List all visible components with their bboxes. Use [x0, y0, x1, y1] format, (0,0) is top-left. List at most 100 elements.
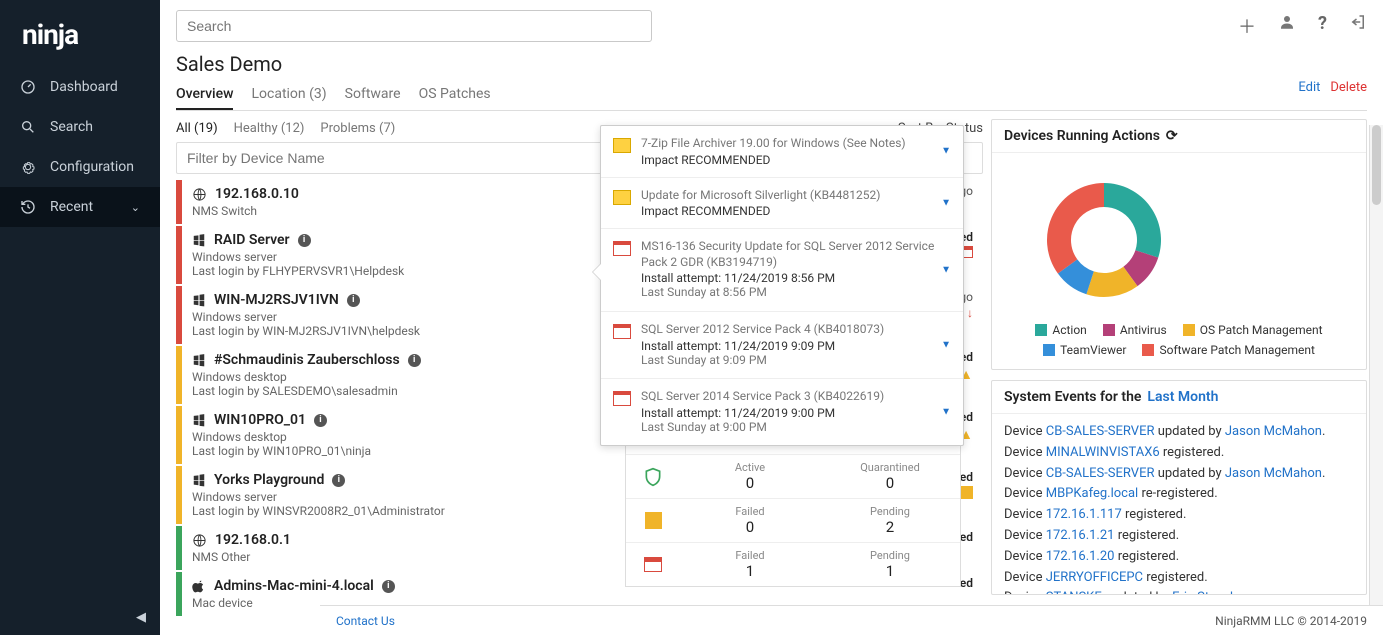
event-device-link[interactable]: MINALWINVISTAX6 [1046, 445, 1160, 460]
tab-location-3-[interactable]: Location (3) [251, 80, 326, 110]
legend-label: Action [1052, 323, 1086, 337]
filter-healthy[interactable]: Healthy (12) [234, 121, 305, 136]
patch-line2: Install attempt: 11/24/2019 9:00 PM [641, 406, 951, 420]
event-device-link[interactable]: MBPKafeg.local [1046, 486, 1138, 501]
metric-label: Failed [680, 505, 820, 518]
device-name: 192.168.0.1 [215, 532, 291, 548]
event-user-link[interactable]: Jason McMahon [1225, 424, 1322, 439]
brand-logo: ninja [0, 0, 160, 67]
sidebar: ninja Dashboard Search Configuration Recent… [0, 0, 160, 635]
plus-icon[interactable]: ＋ [1238, 13, 1256, 39]
chevron-down-icon[interactable]: ▼ [941, 265, 951, 276]
info-icon[interactable]: i [408, 354, 421, 367]
filter-all[interactable]: All (19) [176, 121, 218, 136]
metric-value: 0 [680, 518, 820, 536]
event-row: Device 172.16.1.20 registered. [1004, 547, 1354, 568]
patch-line2: Install attempt: 11/24/2019 9:09 PM [641, 339, 951, 353]
patch-status-icon [613, 324, 631, 339]
nav-label: Configuration [50, 159, 134, 175]
patch-item[interactable]: SQL Server 2014 Service Pack 3 (KB402261… [601, 379, 963, 445]
row-icon [626, 455, 680, 498]
sidebar-item-configuration[interactable]: Configuration [0, 147, 160, 187]
contact-link[interactable]: Contact Us [336, 614, 395, 628]
sidebar-item-search[interactable]: Search [0, 107, 160, 147]
footer: Contact Us NinjaRMM LLC © 2014-2019 [320, 605, 1383, 635]
sidebar-item-recent[interactable]: Recent⌄ [0, 187, 160, 227]
event-row: Device CB-SALES-SERVER updated by Jason … [1004, 422, 1354, 443]
patch-status-icon [613, 190, 631, 205]
info-icon[interactable]: i [382, 580, 395, 593]
delete-link[interactable]: Delete [1330, 80, 1367, 110]
gear-icon [20, 159, 36, 175]
legend-item[interactable]: TeamViewer [1043, 343, 1126, 357]
legend-item[interactable]: OS Patch Management [1183, 323, 1323, 337]
device-type-icon [192, 187, 207, 202]
metric-value: 0 [820, 474, 960, 492]
event-device-link[interactable]: CB-SALES-SERVER [1046, 466, 1155, 481]
patch-title: MS16-136 Security Update for SQL Server … [641, 239, 951, 270]
legend-item[interactable]: Action [1035, 323, 1086, 337]
legend-swatch [1142, 344, 1154, 356]
event-device-link[interactable]: 172.16.1.21 [1046, 528, 1115, 543]
event-user-link[interactable]: Jason McMahon [1225, 466, 1322, 481]
metric-label: Active [680, 461, 820, 474]
event-device-link[interactable]: CB-SALES-SERVER [1046, 424, 1155, 439]
event-device-link[interactable]: 172.16.1.117 [1046, 507, 1122, 522]
event-device-link[interactable]: JERRYOFFICEPC [1046, 570, 1143, 585]
event-user-link[interactable]: Eric Stanske [1172, 590, 1243, 594]
scrollbar[interactable] [1369, 125, 1383, 605]
metric-label: Quarantined [820, 461, 960, 474]
patch-title: Update for Microsoft Silverlight (KB4481… [641, 188, 951, 204]
user-icon[interactable] [1278, 13, 1296, 39]
patch-title: SQL Server 2014 Service Pack 3 (KB402261… [641, 389, 951, 405]
tab-os-patches[interactable]: OS Patches [419, 80, 491, 110]
legend-label: OS Patch Management [1200, 323, 1323, 337]
event-device-link[interactable]: STANSKE [1046, 590, 1102, 594]
event-device-link[interactable]: 172.16.1.20 [1046, 549, 1115, 564]
patch-popup: 7-Zip File Archiver 19.00 for Windows (S… [600, 125, 964, 446]
event-row: Device CB-SALES-SERVER updated by Jason … [1004, 464, 1354, 485]
chevron-down-icon[interactable]: ▼ [941, 407, 951, 418]
sidebar-collapse[interactable]: ◀ [0, 600, 160, 635]
chevron-down-icon[interactable]: ▼ [941, 340, 951, 351]
nav-label: Search [50, 119, 93, 135]
chevron-down-icon[interactable]: ▼ [941, 146, 951, 157]
metric-label: Failed [680, 549, 820, 562]
chevron-down-icon[interactable]: ▼ [941, 197, 951, 208]
row-icon [626, 499, 680, 542]
patch-item[interactable]: Update for Microsoft Silverlight (KB4481… [601, 178, 963, 230]
history-icon [20, 199, 36, 215]
info-icon[interactable]: i [347, 294, 360, 307]
metric-label: Pending [820, 549, 960, 562]
patch-line3: Last Sunday at 9:00 PM [641, 420, 951, 436]
patch-status-icon [613, 241, 631, 256]
donut-slice-action[interactable] [1104, 183, 1161, 258]
legend-item[interactable]: Antivirus [1103, 323, 1167, 337]
events-period-link[interactable]: Last Month [1147, 389, 1218, 405]
search-input[interactable] [176, 10, 652, 42]
sidebar-item-dashboard[interactable]: Dashboard [0, 67, 160, 107]
logout-icon[interactable] [1349, 13, 1367, 39]
info-icon[interactable]: i [314, 414, 327, 427]
legend-label: TeamViewer [1060, 343, 1126, 357]
summary-row: Failed1Pending1 [626, 543, 960, 586]
device-type-icon [192, 293, 206, 307]
patch-line3: Last Sunday at 9:09 PM [641, 353, 951, 369]
help-icon[interactable]: ? [1318, 13, 1327, 39]
edit-link[interactable]: Edit [1298, 80, 1320, 110]
patch-item[interactable]: 7-Zip File Archiver 19.00 for Windows (S… [601, 126, 963, 178]
info-icon[interactable]: i [332, 474, 345, 487]
tab-software[interactable]: Software [345, 80, 401, 110]
tab-overview[interactable]: Overview [176, 80, 233, 110]
info-icon[interactable]: i [298, 234, 311, 247]
legend-item[interactable]: Software Patch Management [1142, 343, 1314, 357]
donut-slice-software-patch-management[interactable] [1047, 183, 1104, 274]
legend-swatch [1103, 324, 1115, 336]
device-name: #Schmaudinis Zauberschloss [214, 352, 400, 368]
metric-value: 0 [680, 474, 820, 492]
patch-item[interactable]: SQL Server 2012 Service Pack 4 (KB401807… [601, 312, 963, 379]
filter-problems[interactable]: Problems (7) [320, 121, 395, 136]
patch-item[interactable]: MS16-136 Security Update for SQL Server … [601, 229, 963, 312]
patch-status-icon [613, 391, 631, 406]
copyright: NinjaRMM LLC © 2014-2019 [1215, 614, 1367, 628]
